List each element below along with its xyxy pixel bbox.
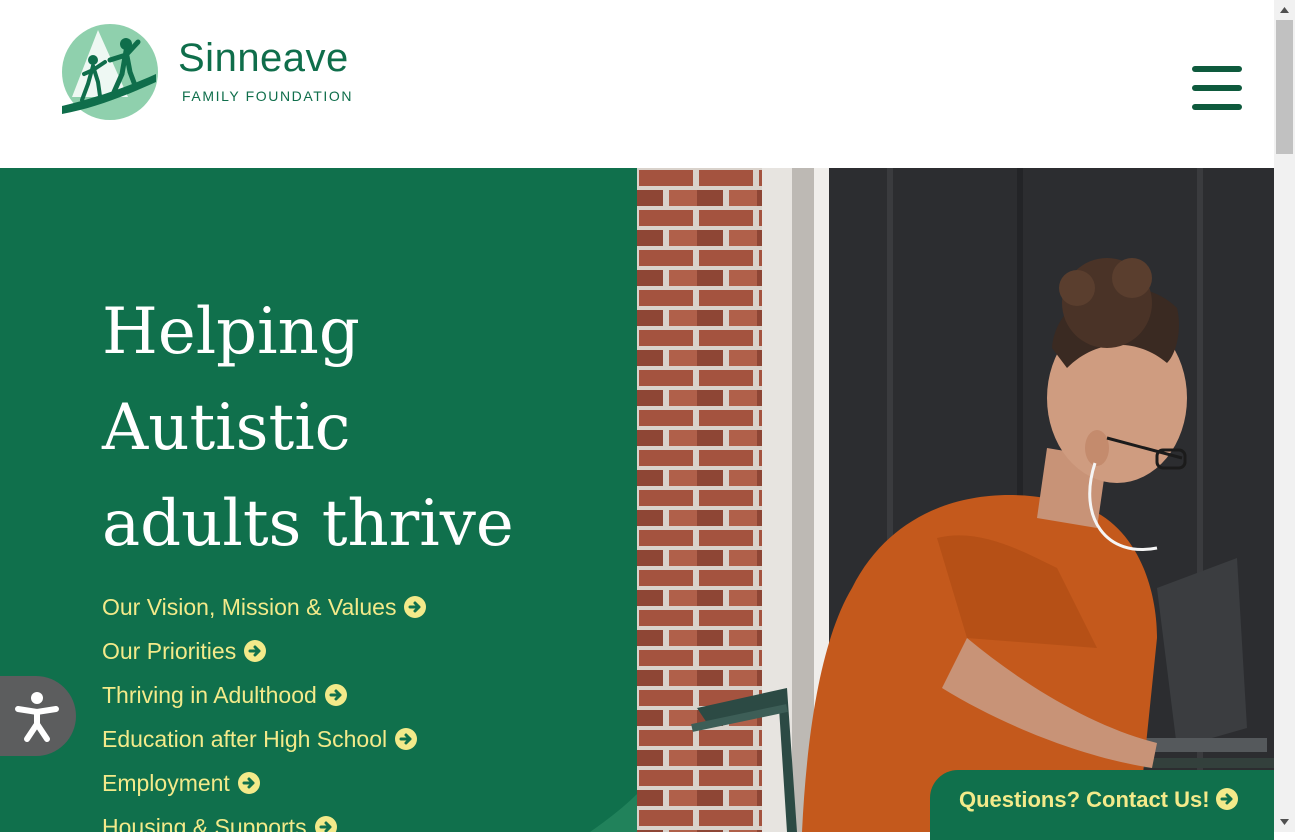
contact-label: Questions? Contact Us! — [959, 787, 1238, 813]
headline-line-1: Helping — [102, 295, 360, 369]
logo-name: Sinneave — [178, 36, 349, 80]
hamburger-menu-icon[interactable] — [1192, 66, 1244, 110]
link-label: Our Priorities — [102, 638, 237, 664]
arrow-circle-right-icon — [324, 684, 347, 706]
arrow-circle-right-icon — [395, 728, 418, 750]
arrow-circle-right-icon — [244, 640, 267, 662]
link-label: Thriving in Adulthood — [102, 682, 317, 708]
headline-line-2: Autistic — [102, 391, 351, 465]
link-label: Housing & Supports — [102, 814, 307, 832]
arrow-circle-right-icon — [314, 816, 337, 832]
link-vision-mission-values[interactable]: Our Vision, Mission & Values — [102, 592, 427, 636]
hero-panel: Helping Autistic adults thrive Our Visio… — [0, 168, 637, 832]
link-label: Employment — [102, 770, 230, 796]
accessibility-person-icon — [15, 692, 59, 742]
link-housing-supports[interactable]: Housing & Supports — [102, 812, 426, 832]
arrow-circle-right-icon — [404, 596, 427, 618]
link-thriving-in-adulthood[interactable]: Thriving in Adulthood — [102, 680, 426, 724]
link-label: Education after High School — [102, 726, 388, 752]
page-scrollbar[interactable] — [1274, 0, 1295, 832]
accessibility-button[interactable] — [0, 676, 76, 756]
link-education-after-high-school[interactable]: Education after High School — [102, 724, 426, 768]
scroll-up-arrow-icon[interactable] — [1274, 0, 1295, 20]
scroll-down-arrow-icon[interactable] — [1274, 812, 1295, 832]
arrow-circle-right-icon — [237, 772, 260, 794]
site-header: Sinneave FAMILY FOUNDATION — [0, 0, 1274, 168]
arrow-circle-right-icon — [1215, 788, 1238, 810]
scroll-thumb[interactable] — [1276, 20, 1293, 154]
hero-photo — [637, 168, 1274, 832]
link-label: Our Vision, Mission & Values — [102, 594, 397, 620]
logo-subtitle: FAMILY FOUNDATION — [182, 88, 354, 104]
contact-us-button[interactable]: Questions? Contact Us! — [930, 770, 1274, 840]
link-our-priorities[interactable]: Our Priorities — [102, 636, 426, 680]
logo-mark-icon — [62, 24, 158, 120]
hero-photo-illustration — [637, 168, 1274, 832]
link-employment[interactable]: Employment — [102, 768, 426, 812]
hero-headline: Helping Autistic adults thrive — [102, 284, 602, 572]
hero-link-list: Our Vision, Mission & Values Our Priorit… — [102, 592, 427, 832]
headline-line-3: adults thrive — [102, 487, 514, 561]
site-logo[interactable]: Sinneave FAMILY FOUNDATION — [60, 22, 390, 122]
